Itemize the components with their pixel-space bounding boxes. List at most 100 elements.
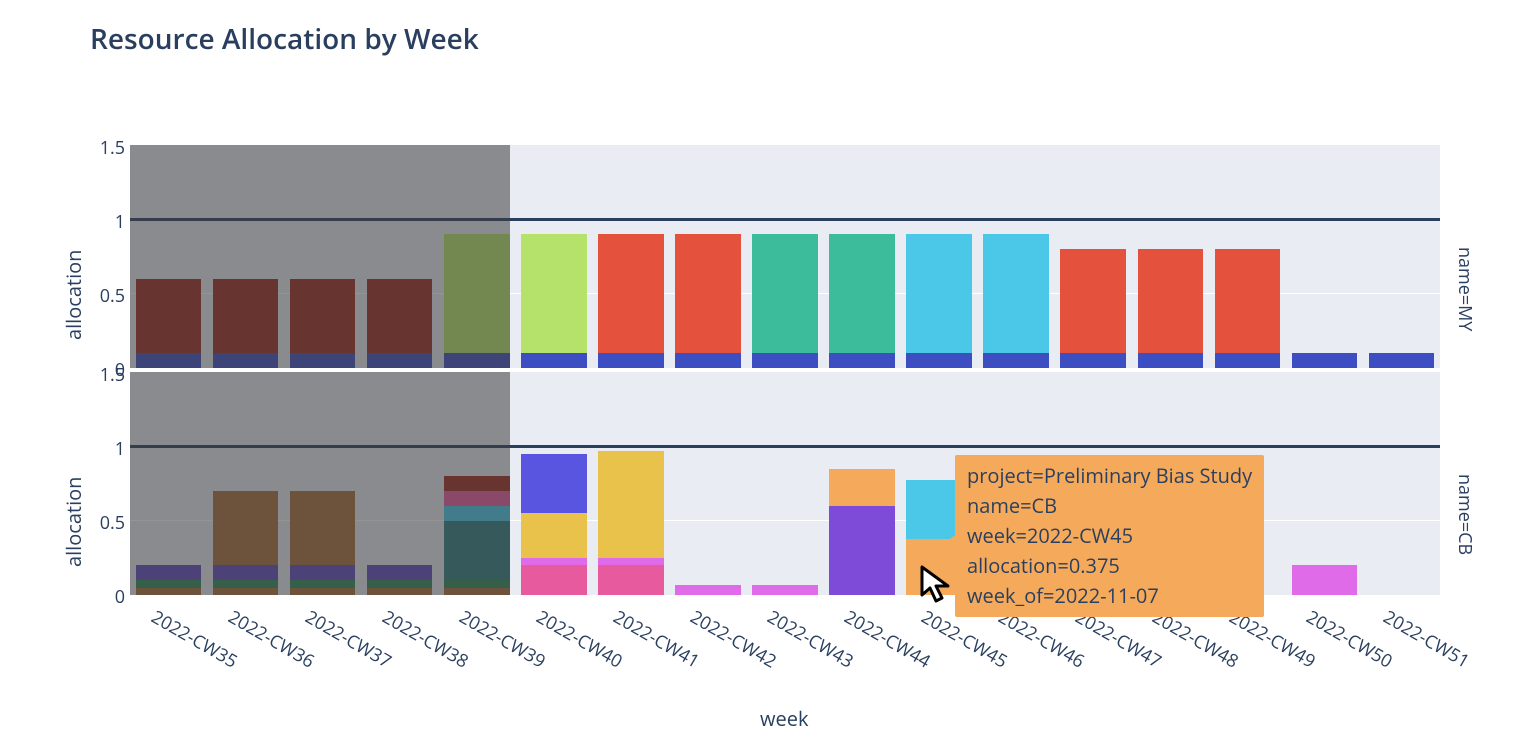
x-tick-label: 2022-CW36 <box>224 605 319 674</box>
x-axis-label: week <box>760 705 808 732</box>
bar-segment[interactable] <box>1369 353 1435 368</box>
bar-segment[interactable] <box>290 491 356 565</box>
y-axis-label-my: allocation <box>60 320 87 340</box>
chart-container: Resource Allocation by Week allocation a… <box>0 0 1535 741</box>
tooltip-line: week=2022-CW45 <box>967 521 1252 551</box>
bar-segment[interactable] <box>1292 565 1358 595</box>
tooltip-line: project=Preliminary Bias Study <box>967 461 1252 491</box>
bar-segment[interactable] <box>906 353 972 368</box>
bar-segment[interactable] <box>983 353 1049 368</box>
bar-segment[interactable] <box>1292 353 1358 368</box>
x-tick-label: 2022-CW40 <box>532 605 627 674</box>
bar-segment[interactable] <box>598 558 664 565</box>
bar-segment[interactable] <box>136 565 202 580</box>
bar-segment[interactable] <box>521 454 587 513</box>
x-tick-label: 2022-CW44 <box>840 605 935 674</box>
bar-segment[interactable] <box>829 469 895 506</box>
bar-segment[interactable] <box>444 506 510 521</box>
bar-segment[interactable] <box>213 565 279 580</box>
bar-segment[interactable] <box>444 234 510 353</box>
bar-segment[interactable] <box>675 585 741 595</box>
bar-segment[interactable] <box>444 588 510 595</box>
bar-segment[interactable] <box>367 588 433 595</box>
bar-segment[interactable] <box>906 234 972 353</box>
x-tick-label: 2022-CW41 <box>609 605 704 674</box>
bar-segment[interactable] <box>752 585 818 595</box>
bars-my <box>130 145 1440 368</box>
bar-segment[interactable] <box>598 451 664 558</box>
bar-segment[interactable] <box>1138 353 1204 368</box>
bar-segment[interactable] <box>752 353 818 368</box>
bar-segment[interactable] <box>598 353 664 368</box>
bar-segment[interactable] <box>290 588 356 595</box>
y-axis-label-cb: allocation <box>60 547 87 567</box>
bar-segment[interactable] <box>444 476 510 491</box>
tooltip-line: week_of=2022-11-07 <box>967 581 1252 611</box>
bar-segment[interactable] <box>1060 353 1126 368</box>
bar-segment[interactable] <box>444 580 510 587</box>
ytick: 1 <box>90 210 125 234</box>
bar-segment[interactable] <box>213 580 279 587</box>
bar-segment[interactable] <box>290 279 356 353</box>
bar-segment[interactable] <box>752 234 818 353</box>
bar-segment[interactable] <box>521 513 587 558</box>
x-tick-label: 2022-CW38 <box>378 605 473 674</box>
bar-segment[interactable] <box>829 353 895 368</box>
facet-label-cb: name=CB <box>1453 474 1477 494</box>
x-tick-label: 2022-CW43 <box>763 605 858 674</box>
bar-segment[interactable] <box>1215 353 1281 368</box>
bar-segment[interactable] <box>829 506 895 595</box>
x-tick-label: 2022-CW37 <box>301 605 396 674</box>
bar-segment[interactable] <box>829 234 895 353</box>
bar-segment[interactable] <box>521 353 587 368</box>
bar-segment[interactable] <box>213 588 279 595</box>
bar-segment[interactable] <box>136 353 202 368</box>
x-tick-label: 2022-CW50 <box>1302 605 1397 674</box>
bar-segment[interactable] <box>290 580 356 587</box>
bar-segment[interactable] <box>444 521 510 580</box>
facet-label-my: name=MY <box>1453 247 1477 267</box>
cursor-icon <box>918 565 958 610</box>
ytick: 1.5 <box>90 136 125 160</box>
bar-segment[interactable] <box>136 279 202 353</box>
ytick: 1.5 <box>90 363 125 387</box>
bar-segment[interactable] <box>213 353 279 368</box>
bar-segment[interactable] <box>521 558 587 565</box>
bar-segment[interactable] <box>521 234 587 353</box>
bar-segment[interactable] <box>290 565 356 580</box>
tooltip-line: name=CB <box>967 491 1252 521</box>
bar-segment[interactable] <box>983 234 1049 353</box>
bar-segment[interactable] <box>598 565 664 595</box>
x-tick-label: 2022-CW51 <box>1379 605 1474 674</box>
bar-segment[interactable] <box>367 580 433 587</box>
ytick: 0.5 <box>90 511 125 535</box>
bar-segment[interactable] <box>290 353 356 368</box>
bar-segment[interactable] <box>136 580 202 587</box>
bar-segment[interactable] <box>1138 249 1204 353</box>
bar-segment[interactable] <box>1060 249 1126 353</box>
ytick: 0 <box>90 585 125 609</box>
bar-segment[interactable] <box>213 491 279 565</box>
subplot-my[interactable]: name=MY <box>130 145 1440 368</box>
bar-segment[interactable] <box>1215 249 1281 353</box>
chart-title: Resource Allocation by Week <box>90 20 479 58</box>
bar-segment[interactable] <box>521 565 587 595</box>
x-tick-label: 2022-CW35 <box>147 605 242 674</box>
bar-segment[interactable] <box>598 234 664 353</box>
bar-segment[interactable] <box>213 279 279 353</box>
reference-line <box>130 445 1440 448</box>
ytick: 0.5 <box>90 284 125 308</box>
bar-segment[interactable] <box>367 565 433 580</box>
bar-segment[interactable] <box>675 234 741 353</box>
bar-segment[interactable] <box>367 353 433 368</box>
bar-segment[interactable] <box>136 588 202 595</box>
bar-segment[interactable] <box>444 491 510 506</box>
ytick: 1 <box>90 437 125 461</box>
bar-segment[interactable] <box>444 353 510 368</box>
bar-segment[interactable] <box>675 353 741 368</box>
tooltip-line: allocation=0.375 <box>967 551 1252 581</box>
bar-segment[interactable] <box>367 279 433 353</box>
hover-tooltip: project=Preliminary Bias Study name=CB w… <box>955 455 1264 617</box>
x-tick-label: 2022-CW39 <box>455 605 550 674</box>
reference-line <box>130 218 1440 221</box>
